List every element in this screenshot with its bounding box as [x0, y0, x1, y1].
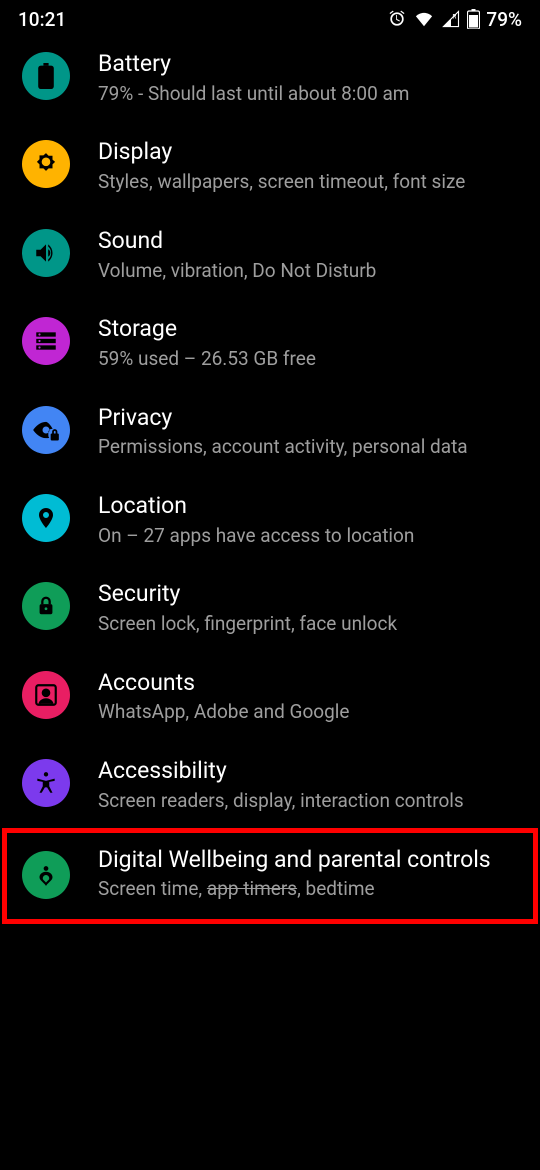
settings-item-subtitle: Permissions, account activity, personal … — [98, 434, 508, 460]
storage-icon — [22, 317, 70, 365]
settings-item-title: Location — [98, 492, 508, 521]
settings-item-title: Accessibility — [98, 757, 508, 786]
brightness-icon — [22, 140, 70, 188]
battery-percent: 79% — [486, 8, 522, 31]
settings-item-subtitle: Styles, wallpapers, screen timeout, font… — [98, 169, 508, 195]
alarm-icon — [387, 9, 407, 29]
settings-item-title: Security — [98, 580, 508, 609]
wifi-icon — [413, 10, 435, 28]
svg-text:R: R — [453, 13, 457, 20]
settings-item-accessibility[interactable]: Accessibility Screen readers, display, i… — [0, 741, 540, 829]
settings-item-privacy[interactable]: Privacy Permissions, account activity, p… — [0, 388, 540, 476]
accessibility-icon — [22, 759, 70, 807]
battery-icon — [22, 52, 70, 100]
settings-item-sound[interactable]: Sound Volume, vibration, Do Not Disturb — [0, 211, 540, 299]
settings-item-wellbeing[interactable]: Digital Wellbeing and parental controls … — [0, 830, 540, 918]
wellbeing-icon — [22, 851, 70, 899]
signal-icon: R — [441, 10, 461, 28]
volume-icon — [22, 229, 70, 277]
status-time: 10:21 — [18, 8, 66, 31]
settings-item-title: Privacy — [98, 404, 508, 433]
settings-item-title: Sound — [98, 227, 508, 256]
settings-item-title: Accounts — [98, 669, 508, 698]
battery-icon — [467, 9, 480, 29]
settings-item-display[interactable]: Display Styles, wallpapers, screen timeo… — [0, 122, 540, 210]
status-right: R 79% — [387, 8, 522, 31]
settings-item-subtitle: 59% used – 26.53 GB free — [98, 346, 508, 372]
settings-item-security[interactable]: Security Screen lock, fingerprint, face … — [0, 564, 540, 652]
settings-item-subtitle: Volume, vibration, Do Not Disturb — [98, 258, 508, 284]
settings-item-storage[interactable]: Storage 59% used – 26.53 GB free — [0, 299, 540, 387]
settings-item-subtitle: WhatsApp, Adobe and Google — [98, 699, 508, 725]
accounts-icon — [22, 671, 70, 719]
settings-item-accounts[interactable]: Accounts WhatsApp, Adobe and Google — [0, 653, 540, 741]
lock-icon — [22, 582, 70, 630]
status-bar: 10:21 R 79% — [0, 0, 540, 34]
settings-item-subtitle: On – 27 apps have access to location — [98, 523, 508, 549]
settings-item-subtitle: Screen time, app timers, bedtime — [98, 876, 508, 902]
settings-item-battery[interactable]: Battery 79% - Should last until about 8:… — [0, 34, 540, 122]
settings-item-title: Storage — [98, 315, 508, 344]
settings-item-subtitle: 79% - Should last until about 8:00 am — [98, 81, 508, 107]
settings-item-location[interactable]: Location On – 27 apps have access to loc… — [0, 476, 540, 564]
settings-item-subtitle: Screen lock, fingerprint, face unlock — [98, 611, 508, 637]
location-icon — [22, 494, 70, 542]
settings-item-subtitle: Screen readers, display, interaction con… — [98, 788, 508, 814]
settings-item-title: Digital Wellbeing and parental controls — [98, 846, 508, 875]
settings-item-title: Display — [98, 138, 508, 167]
settings-list: Battery 79% - Should last until about 8:… — [0, 34, 540, 918]
settings-item-title: Battery — [98, 50, 508, 79]
eye-lock-icon — [22, 406, 70, 454]
